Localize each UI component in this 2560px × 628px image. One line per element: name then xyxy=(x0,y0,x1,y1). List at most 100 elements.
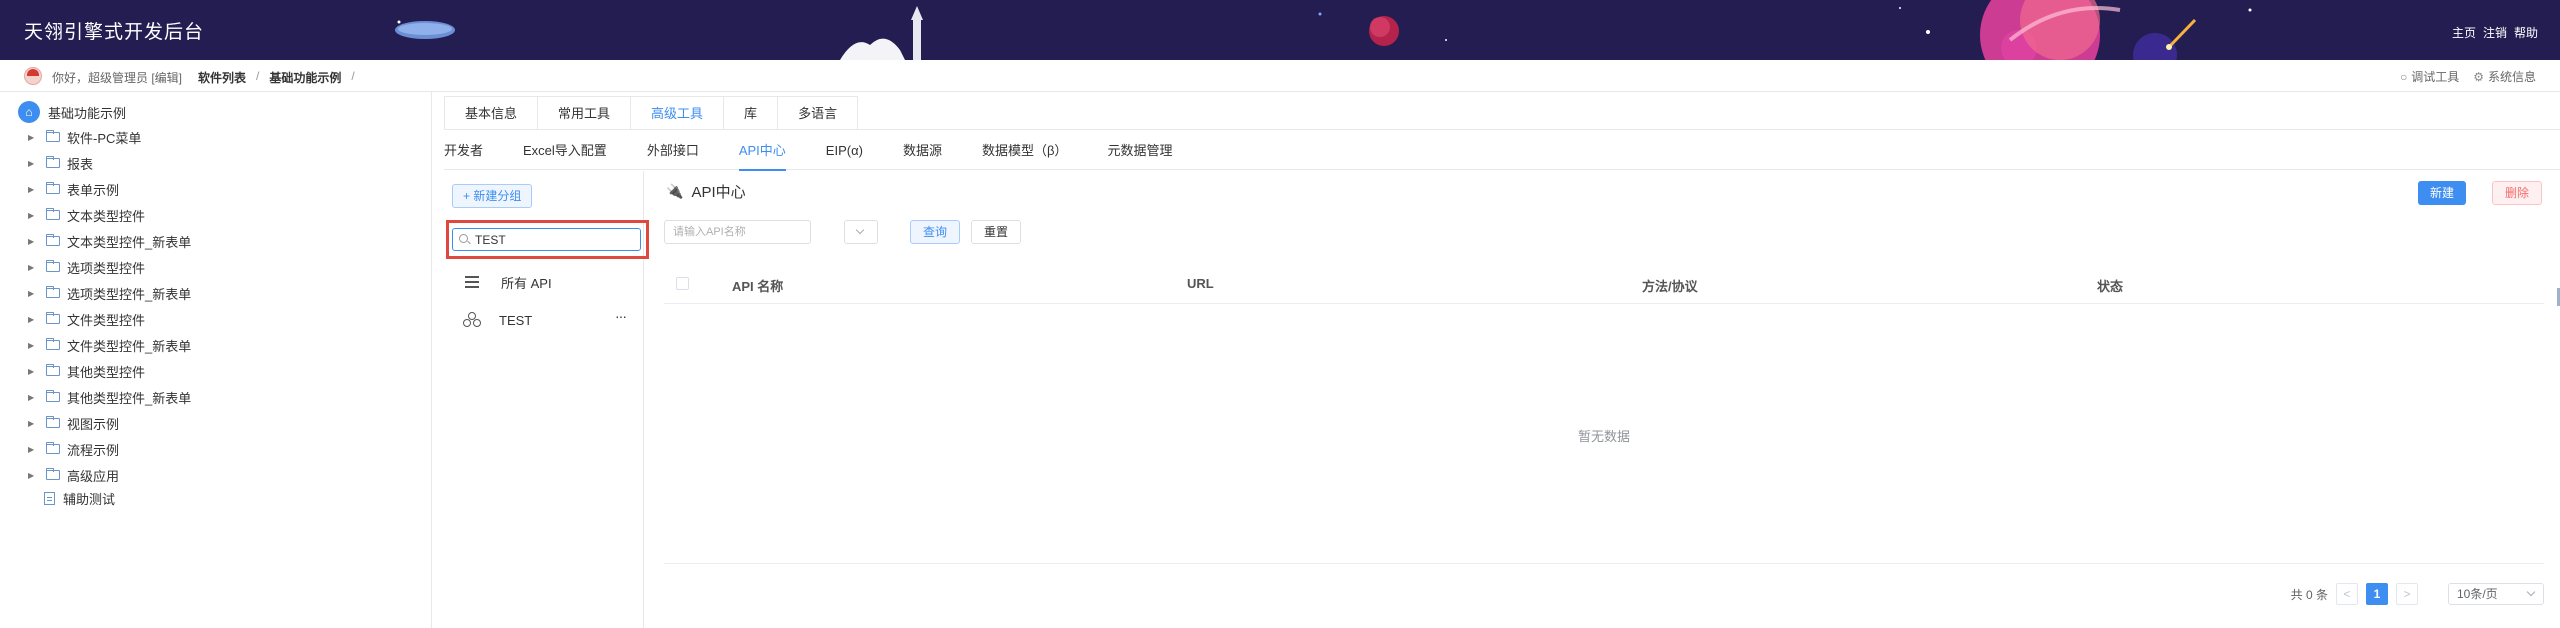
caret-right-icon[interactable]: ▶ xyxy=(28,133,38,142)
tree-item[interactable]: ▶ 表单示例 xyxy=(28,180,119,198)
breadcrumb: 软件列表 / 基础功能示例 / xyxy=(198,69,355,86)
tree-item[interactable]: ▶ 文件类型控件 xyxy=(28,310,145,328)
crumb-basic-examples[interactable]: 基础功能示例 xyxy=(269,69,341,86)
prev-page-button[interactable]: < xyxy=(2336,583,2358,605)
caret-right-icon[interactable]: ▶ xyxy=(28,393,38,402)
tree-item[interactable]: ▶ 其他类型控件 xyxy=(28,362,145,380)
tree-item-label: 其他类型控件_新表单 xyxy=(67,390,192,406)
folder-icon xyxy=(46,364,60,376)
system-info-link[interactable]: ⚙ 系统信息 xyxy=(2473,68,2536,85)
folder-icon xyxy=(46,234,60,246)
tree-root[interactable]: ⌂ 基础功能示例 xyxy=(18,101,126,123)
avatar[interactable] xyxy=(24,67,42,85)
logout-link[interactable]: 注销 xyxy=(2483,24,2507,41)
tab-api-center[interactable]: API中心 xyxy=(738,132,786,171)
app-title: 天翎引擎式开发后台 xyxy=(24,22,205,43)
api-name-input[interactable] xyxy=(664,220,811,244)
tree-item-label: 文件类型控件_新表单 xyxy=(67,338,192,354)
more-icon[interactable]: ··· xyxy=(615,308,627,324)
chevron-down-icon xyxy=(2526,587,2536,597)
new-group-button[interactable]: + 新建分组 xyxy=(452,184,533,208)
caret-right-icon[interactable]: ▶ xyxy=(28,159,38,168)
tree-item-label: 文本类型控件 xyxy=(67,208,146,224)
tree-item[interactable]: ▶ 软件-PC菜单 xyxy=(28,128,141,146)
folder-icon xyxy=(46,442,60,454)
tab-multilanguage[interactable]: 多语言 xyxy=(777,96,859,130)
header-decoration-art xyxy=(395,0,2252,60)
tree-item[interactable]: ▶ 文件类型控件_新表单 xyxy=(28,336,191,354)
home-link[interactable]: 主页 xyxy=(2452,24,2476,41)
tree-item-aux-test[interactable]: 辅助测试 xyxy=(36,489,115,507)
top-header: 天翎引擎式开发后台 主页 注销 帮助 xyxy=(0,0,2560,60)
crumb-separator: / xyxy=(256,69,260,83)
folder-icon xyxy=(46,208,60,220)
tree-item[interactable]: ▶ 选项类型控件_新表单 xyxy=(28,284,191,302)
tree-item-label: 选项类型控件 xyxy=(67,260,146,276)
home-icon: ⌂ xyxy=(18,101,40,123)
total-count: 共 0 条 xyxy=(2290,587,2328,602)
tab-eip[interactable]: EIP(α) xyxy=(826,132,863,170)
select-all-checkbox[interactable] xyxy=(676,277,689,290)
page-size-label: 10条/页 xyxy=(2457,587,2498,601)
chevron-down-icon xyxy=(855,225,865,235)
tree-item-label: 高级应用 xyxy=(67,468,120,484)
caret-right-icon[interactable]: ▶ xyxy=(28,471,38,480)
tree-item[interactable]: ▶ 文本类型控件_新表单 xyxy=(28,232,191,250)
page-number[interactable]: 1 xyxy=(2366,583,2388,605)
greeting-text[interactable]: 你好，超级管理员 [编辑] xyxy=(52,69,182,86)
tree-item[interactable]: ▶ 报表 xyxy=(28,154,93,172)
caret-right-icon[interactable]: ▶ xyxy=(28,263,38,272)
caret-right-icon[interactable]: ▶ xyxy=(28,445,38,454)
tree-item[interactable]: ▶ 文本类型控件 xyxy=(28,206,145,224)
debug-tool-link[interactable]: ○ 调试工具 xyxy=(2400,68,2459,85)
tab-metadata[interactable]: 元数据管理 xyxy=(1107,132,1172,170)
caret-right-icon[interactable]: ▶ xyxy=(28,211,38,220)
tab-common-tools[interactable]: 常用工具 xyxy=(537,96,632,130)
caret-right-icon[interactable]: ▶ xyxy=(28,185,38,194)
tree-item[interactable]: ▶ 其他类型控件_新表单 xyxy=(28,388,191,406)
tab-excel-import[interactable]: Excel导入配置 xyxy=(523,132,607,170)
panel-title: 🔌 API中心 xyxy=(666,181,746,202)
caret-right-icon[interactable]: ▶ xyxy=(28,367,38,376)
next-page-button[interactable]: > xyxy=(2396,583,2418,605)
tree-item-label: 文件类型控件 xyxy=(67,312,146,328)
tab-data-model[interactable]: 数据模型（β） xyxy=(982,132,1067,170)
group-all-api[interactable]: 所有 API xyxy=(444,264,644,300)
sub-tabs: 开发者 Excel导入配置 外部接口 API中心 EIP(α) 数据源 数据模型… xyxy=(444,132,2560,171)
search-icon xyxy=(459,234,468,243)
col-url: URL xyxy=(1187,276,1214,291)
pagination: 共 0 条 < 1 > 10条/页 xyxy=(2291,583,2544,605)
reset-button[interactable]: 重置 xyxy=(971,220,1022,244)
caret-right-icon[interactable]: ▶ xyxy=(28,289,38,298)
tab-developer[interactable]: 开发者 xyxy=(444,132,483,170)
tab-datasource[interactable]: 数据源 xyxy=(903,132,942,170)
tree-item[interactable]: ▶ 视图示例 xyxy=(28,414,119,432)
filter-select[interactable] xyxy=(844,220,878,244)
tree-item[interactable]: ▶ 高级应用 xyxy=(28,466,119,484)
page-size-select[interactable]: 10条/页 xyxy=(2448,583,2544,605)
group-search-input[interactable] xyxy=(452,228,641,251)
col-api-name: API 名称 xyxy=(732,279,784,294)
tab-library[interactable]: 库 xyxy=(723,96,779,130)
group-test[interactable]: TEST ··· xyxy=(444,302,644,338)
panel-title-text: API中心 xyxy=(691,184,746,201)
tab-basic-info[interactable]: 基本信息 xyxy=(444,96,539,130)
caret-right-icon[interactable]: ▶ xyxy=(28,237,38,246)
query-button[interactable]: 查询 xyxy=(910,220,961,244)
caret-right-icon[interactable]: ▶ xyxy=(28,341,38,350)
folder-icon xyxy=(46,468,60,480)
new-button[interactable]: 新建 xyxy=(2417,181,2466,205)
caret-right-icon[interactable]: ▶ xyxy=(28,315,38,324)
crumb-software-list[interactable]: 软件列表 xyxy=(198,69,246,86)
caret-right-icon[interactable]: ▶ xyxy=(28,419,38,428)
delete-button[interactable]: 删除 xyxy=(2491,181,2542,205)
tree-item-label: 报表 xyxy=(67,156,94,172)
tab-advanced-tools[interactable]: 高级工具 xyxy=(630,96,725,130)
debug-tool-label: 调试工具 xyxy=(2411,70,2460,84)
tree-item[interactable]: ▶ 流程示例 xyxy=(28,440,119,458)
help-link[interactable]: 帮助 xyxy=(2514,24,2538,41)
tab-external-interface[interactable]: 外部接口 xyxy=(647,132,699,170)
col-method: 方法/协议 xyxy=(1642,279,1698,294)
tree-item[interactable]: ▶ 选项类型控件 xyxy=(28,258,145,276)
tree-item-label: 其他类型控件 xyxy=(67,364,146,380)
